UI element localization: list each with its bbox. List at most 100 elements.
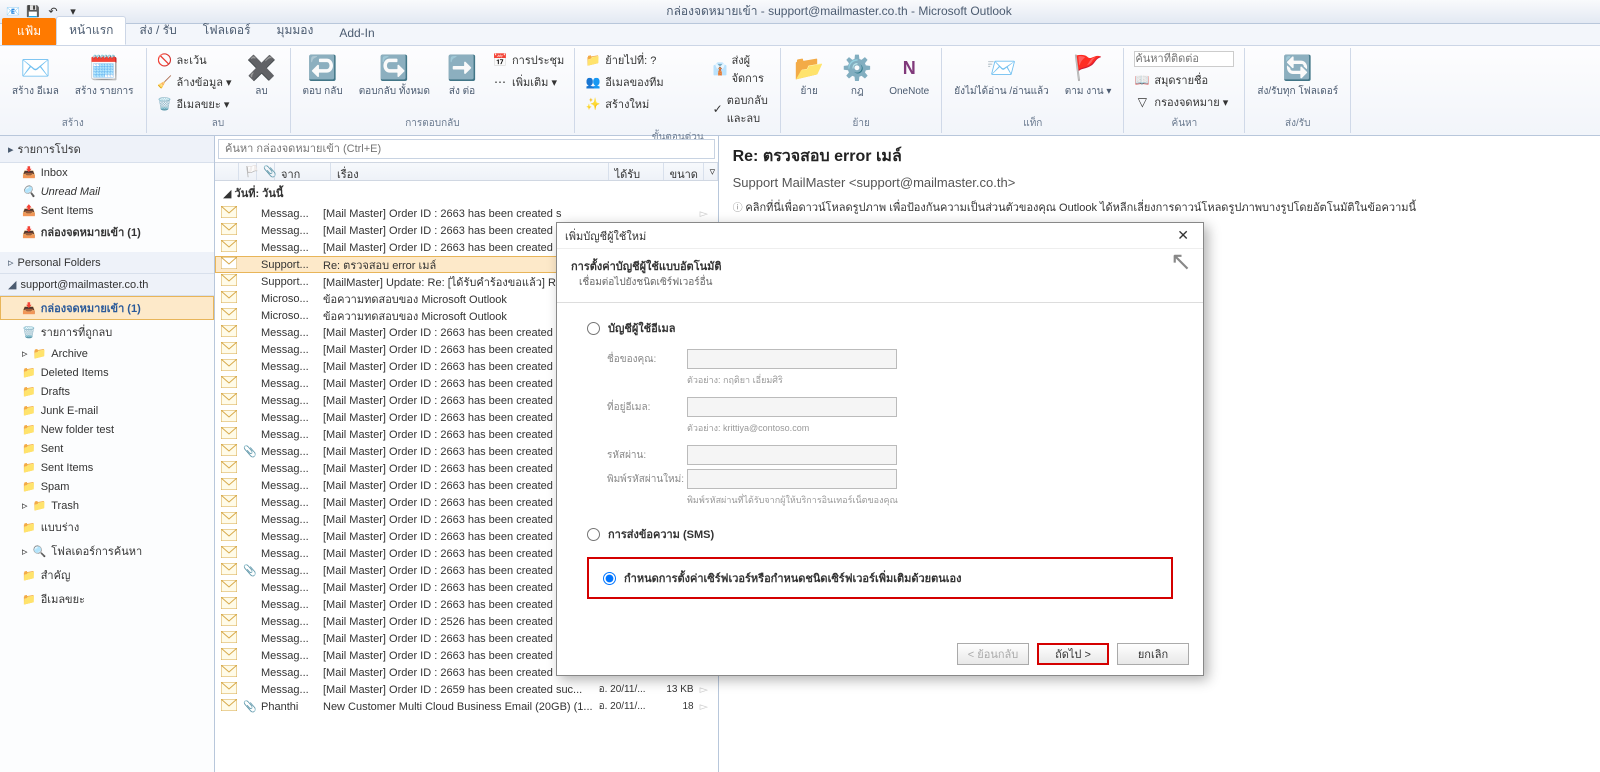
- nav-drafts[interactable]: 📁Drafts: [0, 382, 214, 401]
- col-from[interactable]: จาก: [275, 163, 331, 180]
- row-from: Messag...: [261, 395, 317, 407]
- cleanup-button[interactable]: 🧹ล้างข้อมูล ▾: [153, 72, 236, 92]
- ignore-button[interactable]: 🚫ละเว้น: [153, 50, 211, 70]
- envelope-icon: [221, 665, 237, 680]
- col-subject[interactable]: เรื่อง: [331, 163, 609, 180]
- reading-infobar[interactable]: ⓘ คลิกที่นี่เพื่อดาวน์โหลดรูปภาพ เพื่อป้…: [733, 198, 1586, 216]
- nav-favorites-header[interactable]: ▸ รายการโปรด: [0, 136, 214, 163]
- nav-inbox[interactable]: 📥Inbox: [0, 163, 214, 182]
- onenote-button[interactable]: NOneNote: [883, 50, 935, 99]
- respond-more-button[interactable]: ⋯เพิ่มเติม ▾: [488, 72, 561, 92]
- reply-button[interactable]: ↩️ตอบ กลับ: [297, 50, 349, 99]
- next-button[interactable]: ถัดไป >: [1037, 643, 1109, 665]
- name-hint: ตัวอย่าง: กฤติยา เอี่ยมศิริ: [687, 373, 1173, 387]
- attachment-icon: 📎: [243, 700, 255, 713]
- nav-account-header[interactable]: ◢ support@mailmaster.co.th: [0, 274, 214, 296]
- envelope-icon: [221, 495, 237, 510]
- forward-button[interactable]: ➡️ส่ง ต่อ: [440, 50, 484, 99]
- meeting-button[interactable]: 📅การประชุม: [488, 50, 568, 70]
- radio-email-account[interactable]: บัญชีผู้ใช้อีเมล: [587, 319, 1173, 337]
- col-size[interactable]: ขนาด: [664, 163, 704, 180]
- flag-icon[interactable]: ▻: [700, 700, 712, 713]
- nav-personal-header[interactable]: ▹ Personal Folders: [0, 252, 214, 274]
- message-row[interactable]: Messag...[Mail Master] Order ID : 2663 h…: [215, 205, 718, 222]
- close-icon[interactable]: ✕: [1171, 227, 1195, 244]
- radio-manual-input[interactable]: [603, 572, 616, 585]
- tab-folder[interactable]: โฟลเดอร์: [190, 16, 264, 45]
- nav-deleted-folder[interactable]: 🗑️รายการที่ถูกลบ: [0, 320, 214, 344]
- row-date: อ. 20/11/...: [599, 699, 654, 714]
- junk-button[interactable]: 🗑️อีเมลขยะ ▾: [153, 94, 234, 114]
- nav-spam[interactable]: 📁Spam: [0, 477, 214, 496]
- row-from: Messag...: [261, 208, 317, 220]
- col-attach[interactable]: 📎: [257, 163, 275, 180]
- rules-button[interactable]: ⚙️กฎ: [835, 50, 879, 99]
- move-button[interactable]: 📂ย้าย: [787, 50, 831, 99]
- message-row[interactable]: Messag...[Mail Master] Order ID : 2659 h…: [215, 681, 718, 698]
- nav-unread[interactable]: 🔍Unread Mail: [0, 182, 214, 201]
- quickstep-create[interactable]: ✨สร้างใหม่: [581, 94, 653, 114]
- search-input[interactable]: [218, 139, 715, 159]
- tab-send-receive[interactable]: ส่ง / รับ: [126, 16, 189, 45]
- nav-important[interactable]: 📁สำคัญ: [0, 563, 214, 587]
- nav-sent[interactable]: 📁Sent: [0, 439, 214, 458]
- row-date: อ. 20/11/...: [599, 682, 654, 697]
- radio-sms-input[interactable]: [587, 528, 600, 541]
- nav-junkmail[interactable]: 📁อีเมลขยะ: [0, 587, 214, 611]
- envelope-icon: [221, 580, 237, 595]
- quickstep-moveto[interactable]: 📁ย้ายไปที่: ?: [581, 50, 660, 70]
- row-from: Messag...: [261, 650, 317, 662]
- nav-sentitems2[interactable]: 📁Sent Items: [0, 458, 214, 477]
- dialog-heading: การตั้งค่าบัญชีผู้ใช้แบบอัตโนมัติ: [571, 261, 722, 273]
- new-items-button[interactable]: 🗓️สร้าง รายการ: [69, 50, 140, 99]
- col-received[interactable]: ได้รับ: [609, 163, 664, 180]
- row-subject: [Mail Master] Order ID : 2663 has been c…: [323, 497, 593, 509]
- row-from: Messag...: [261, 531, 317, 543]
- ribbon-tabs: แฟ้ม หน้าแรก ส่ง / รับ โฟลเดอร์ มุมมอง A…: [0, 24, 1600, 46]
- message-row[interactable]: 📎PhanthiNew Customer Multi Cloud Busines…: [215, 698, 718, 715]
- nav-inbox-th[interactable]: 📥กล่องจดหมายเข้า (1): [0, 220, 214, 244]
- quickstep-done[interactable]: ✓ตอบกลับและลบ: [709, 90, 775, 128]
- tab-addin[interactable]: Add-In: [326, 21, 387, 45]
- envelope-icon: [221, 342, 237, 357]
- cancel-button[interactable]: ยกเลิก: [1117, 643, 1189, 665]
- row-from: Phanthi: [261, 701, 317, 713]
- envelope-icon: [221, 223, 237, 238]
- nav-junk[interactable]: 📁Junk E-mail: [0, 401, 214, 420]
- radio-manual[interactable]: กำหนดการตั้งค่าเซิร์ฟเวอร์หรือกำหนดชนิดเ…: [603, 569, 1157, 587]
- send-receive-all-button[interactable]: 🔄ส่ง/รับทุก โฟลเดอร์: [1251, 50, 1344, 99]
- flag-icon[interactable]: ▻: [700, 683, 712, 696]
- unread-button[interactable]: 📨ยังไม่ได้อ่าน /อ่านแล้ว: [948, 50, 1055, 99]
- reply-all-button[interactable]: ↪️ตอบกลับ ทั้งหมด: [353, 50, 436, 99]
- tab-file[interactable]: แฟ้ม: [2, 18, 56, 45]
- group-today[interactable]: ◢ วันที่: วันนี้: [215, 181, 718, 205]
- flag-icon[interactable]: ▻: [700, 207, 712, 220]
- radio-sms[interactable]: การส่งข้อความ (SMS): [587, 525, 1173, 543]
- nav-trash[interactable]: ▹ 📁Trash: [0, 496, 214, 515]
- nav-deleted[interactable]: 📁Deleted Items: [0, 363, 214, 382]
- tab-view[interactable]: มุมมอง: [264, 16, 327, 45]
- quickstep-boss[interactable]: 👔ส่งผู้จัดการ: [709, 50, 775, 88]
- followup-button[interactable]: 🚩ตาม งาน ▾: [1059, 50, 1118, 99]
- col-flag2[interactable]: ▿: [704, 163, 718, 180]
- envelope-icon: [221, 427, 237, 442]
- col-flag[interactable]: 🏳️: [239, 163, 257, 180]
- new-mail-button[interactable]: ✉️สร้าง อีเมล: [6, 50, 65, 99]
- group-new-label: สร้าง: [6, 114, 140, 133]
- nav-outbox[interactable]: 📁แบบร่าง: [0, 515, 214, 539]
- nav-newfolder[interactable]: 📁New folder test: [0, 420, 214, 439]
- col-icon[interactable]: [215, 163, 239, 180]
- address-book-button[interactable]: 📖สมุดรายชื่อ: [1130, 70, 1212, 90]
- find-contact-input[interactable]: [1130, 50, 1238, 68]
- nav-inbox2[interactable]: 📥กล่องจดหมายเข้า (1): [0, 296, 214, 320]
- ribbon: ✉️สร้าง อีเมล 🗓️สร้าง รายการ สร้าง 🚫ละเว…: [0, 46, 1600, 136]
- delete-button[interactable]: ✖️ลบ: [240, 50, 284, 99]
- radio-email-input[interactable]: [587, 322, 600, 335]
- filter-mail-button[interactable]: ▽กรองจดหมาย ▾: [1130, 92, 1232, 112]
- envelope-icon: [221, 291, 237, 306]
- tab-home[interactable]: หน้าแรก: [56, 16, 126, 45]
- nav-search-folders[interactable]: ▹ 🔍โฟลเดอร์การค้นหา: [0, 539, 214, 563]
- nav-archive[interactable]: ▹ 📁Archive: [0, 344, 214, 363]
- quickstep-teammail[interactable]: 👥อีเมลของทีม: [581, 72, 667, 92]
- nav-sent-items[interactable]: 📤Sent Items: [0, 201, 214, 220]
